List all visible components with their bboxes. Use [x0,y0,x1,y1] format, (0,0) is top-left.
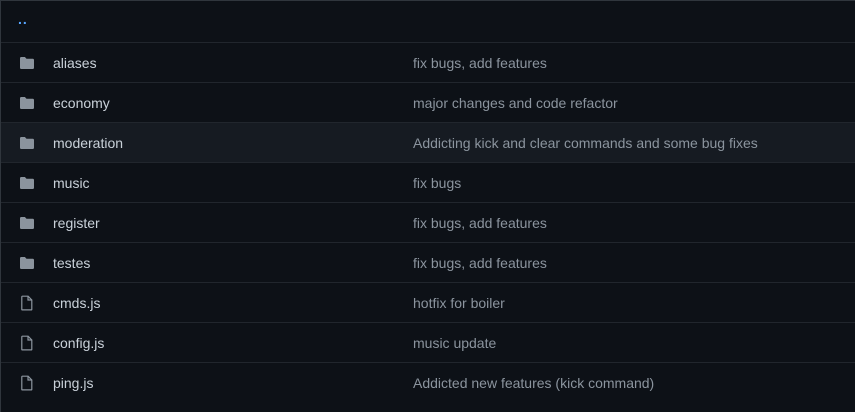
file-icon [18,295,36,311]
file-name[interactable]: economy [53,95,110,111]
folder-icon [18,175,36,191]
file-name[interactable]: aliases [53,55,97,71]
commit-message[interactable]: hotfix for boiler [413,295,505,311]
file-icon [18,375,36,391]
commit-message[interactable]: Addicted new features (kick command) [413,375,654,391]
folder-icon [18,255,36,271]
file-name[interactable]: moderation [53,135,123,151]
parent-directory-link[interactable]: .. [18,11,28,27]
file-row-testes[interactable]: testes fix bugs, add features [1,243,855,283]
folder-icon [18,95,36,111]
commit-message[interactable]: fix bugs, add features [413,55,547,71]
parent-directory-row[interactable]: .. [1,1,855,43]
file-name[interactable]: cmds.js [53,295,100,311]
commit-message[interactable]: Addicting kick and clear commands and so… [413,135,758,151]
commit-message[interactable]: fix bugs, add features [413,215,547,231]
file-name[interactable]: register [53,215,100,231]
file-row-moderation[interactable]: moderation Addicting kick and clear comm… [1,123,855,163]
commit-message[interactable]: music update [413,335,496,351]
file-name[interactable]: testes [53,255,90,271]
folder-icon [18,55,36,71]
folder-icon [18,135,36,151]
file-row-aliases[interactable]: aliases fix bugs, add features [1,43,855,83]
file-name[interactable]: ping.js [53,375,93,391]
commit-message[interactable]: major changes and code refactor [413,95,618,111]
file-row-economy[interactable]: economy major changes and code refactor [1,83,855,123]
commit-message[interactable]: fix bugs [413,175,461,191]
file-row-config-js[interactable]: config.js music update [1,323,855,363]
file-name[interactable]: config.js [53,335,104,351]
commit-message[interactable]: fix bugs, add features [413,255,547,271]
file-row-music[interactable]: music fix bugs [1,163,855,203]
file-row-register[interactable]: register fix bugs, add features [1,203,855,243]
file-list: .. aliases fix bugs, add features econom… [0,0,855,412]
file-icon [18,335,36,351]
file-row-cmds-js[interactable]: cmds.js hotfix for boiler [1,283,855,323]
folder-icon [18,215,36,231]
file-row-ping-js[interactable]: ping.js Addicted new features (kick comm… [1,363,855,403]
file-name[interactable]: music [53,175,90,191]
